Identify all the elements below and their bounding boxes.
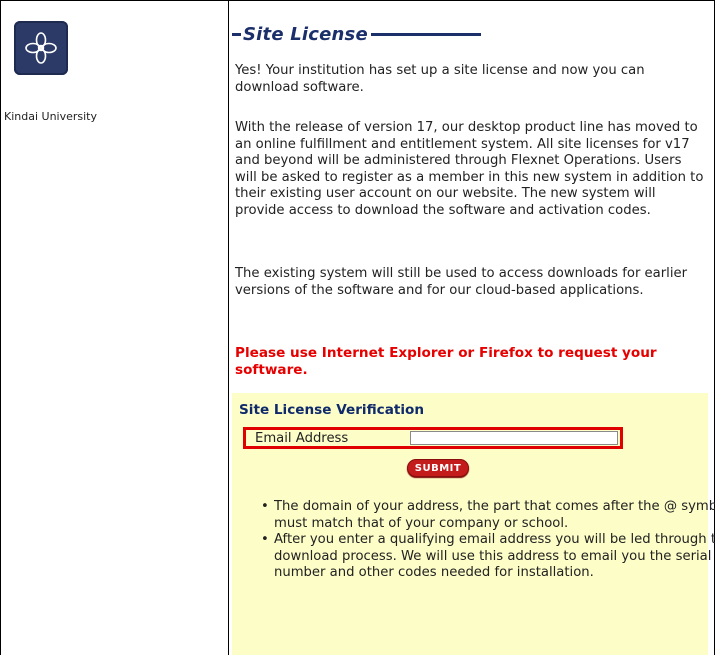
submit-button[interactable]: SUBMIT — [407, 459, 469, 477]
browser-warning: Please use Internet Explorer or Firefox … — [235, 345, 657, 378]
page-title: Site License — [243, 23, 368, 45]
existing-system-paragraph: The existing system will still be used t… — [235, 266, 688, 298]
email-input[interactable] — [410, 431, 618, 445]
title-underline — [370, 32, 481, 36]
verification-title: Site License Verification — [239, 402, 425, 418]
sidebar: Kindai University — [0, 0, 229, 655]
email-row: Email Address — [243, 427, 623, 449]
institution-logo — [14, 21, 68, 75]
release-paragraph: With the release of version 17, our desk… — [235, 120, 704, 218]
list-item: After you enter a qualifying email addre… — [261, 532, 715, 582]
title-dash — [232, 32, 241, 36]
list-item: The domain of your address, the part tha… — [261, 499, 715, 532]
verification-panel: Site License Verification Email Address … — [232, 393, 715, 655]
instructions-list: The domain of your address, the part tha… — [232, 499, 715, 582]
intro-paragraph: Yes! Your institution has set up a site … — [235, 63, 645, 95]
email-label: Email Address — [255, 431, 349, 446]
institution-name: Kindai University — [4, 110, 98, 123]
flower-icon — [25, 32, 57, 64]
page-title-row: Site License — [232, 22, 708, 46]
